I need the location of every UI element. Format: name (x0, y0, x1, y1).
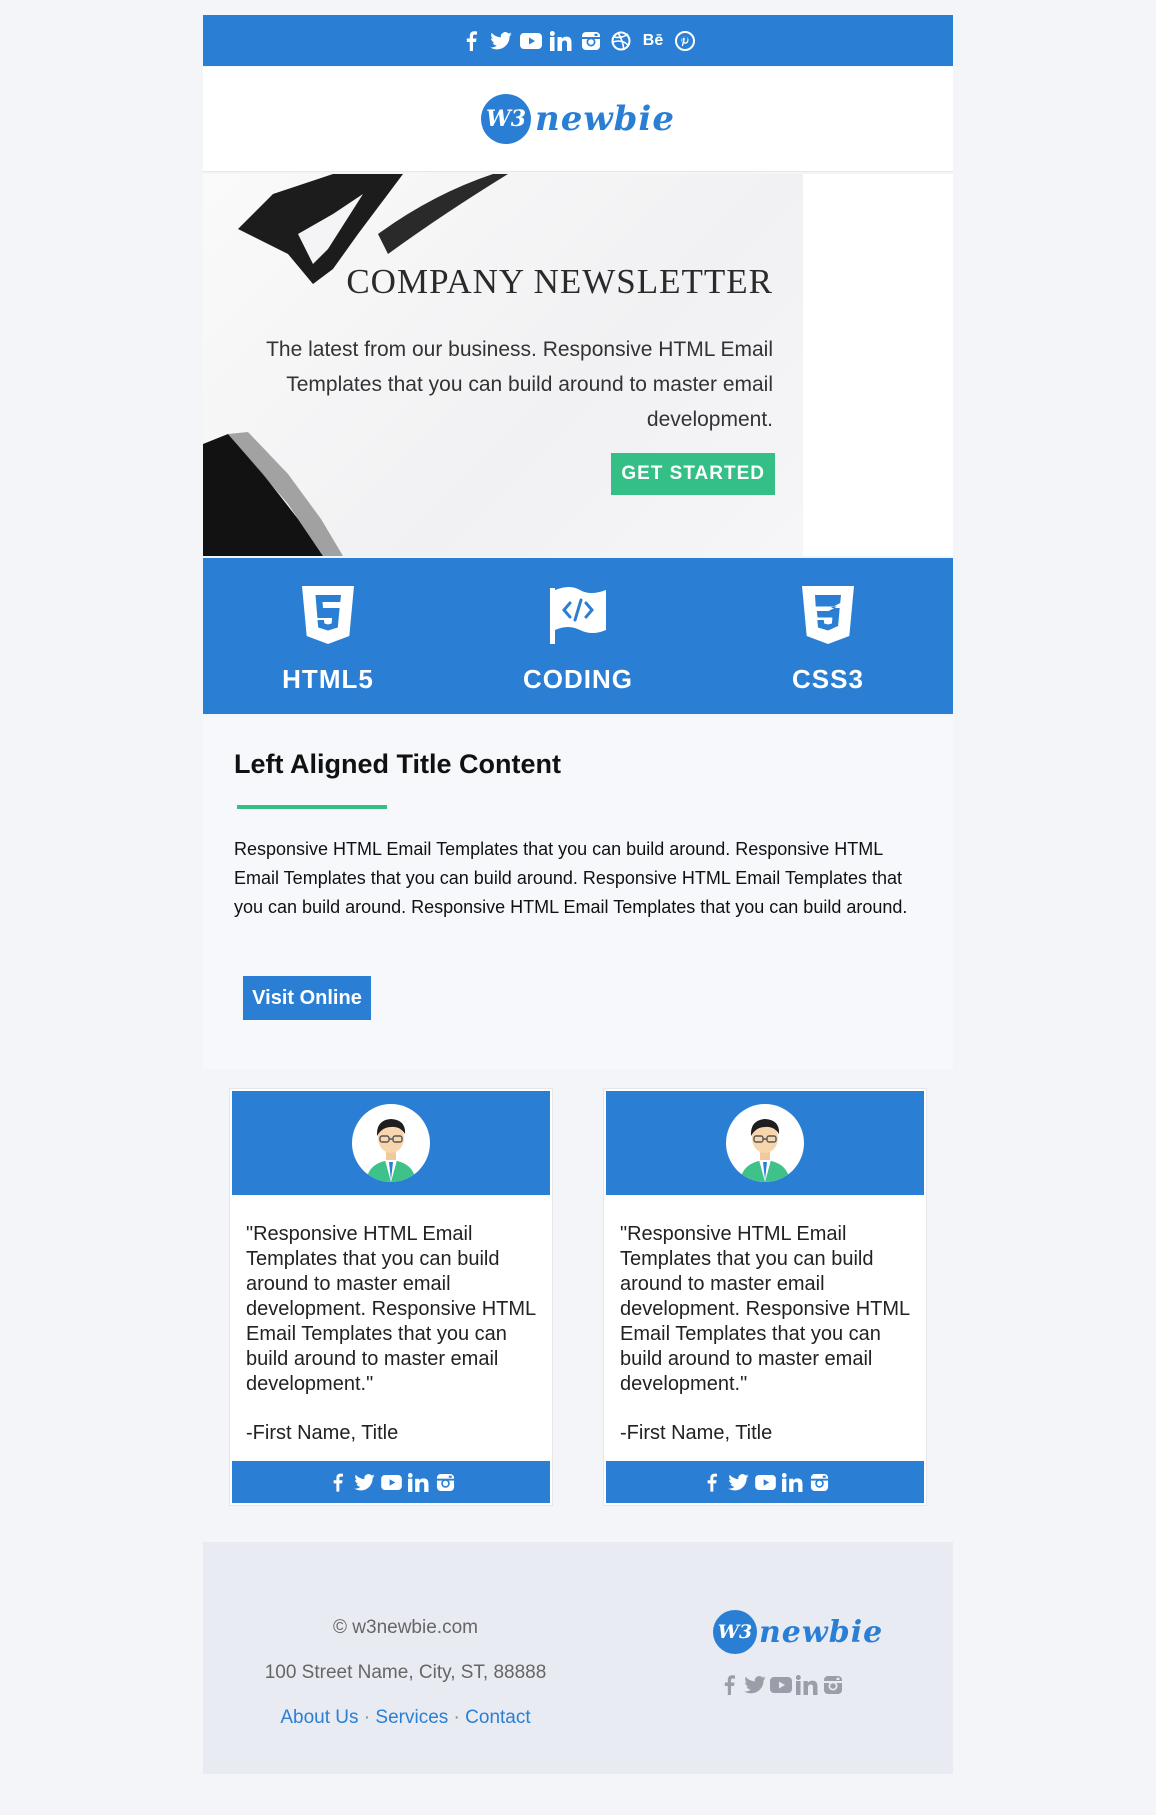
dribbble-icon[interactable] (610, 30, 632, 52)
twitter-icon[interactable] (727, 1471, 749, 1493)
footer: © w3newbie.com 100 Street Name, City, ST… (203, 1542, 953, 1774)
linkedin-icon[interactable] (796, 1674, 818, 1696)
link-separator: · (363, 1707, 371, 1728)
avatar (726, 1104, 804, 1182)
link-separator: · (453, 1707, 460, 1728)
linkedin-icon[interactable] (550, 30, 572, 52)
html5-icon (302, 586, 354, 644)
logo-wordmark: newbie (535, 99, 675, 139)
feature-coding: CODING (453, 558, 703, 714)
testimonial-quote: "Responsive HTML Email Templates that yo… (620, 1223, 910, 1395)
footer-social (718, 1674, 844, 1696)
youtube-icon[interactable] (380, 1471, 402, 1493)
facebook-icon[interactable] (700, 1471, 722, 1493)
footer-copyright: © w3newbie.com (333, 1617, 478, 1638)
behance-icon[interactable]: Bē (640, 30, 666, 52)
twitter-icon[interactable] (744, 1674, 766, 1696)
facebook-icon[interactable] (326, 1471, 348, 1493)
logo-mark: W3 (713, 1610, 757, 1654)
css3-icon (802, 586, 854, 644)
logo-wordmark: newbie (759, 1614, 884, 1650)
youtube-icon[interactable] (770, 1674, 792, 1696)
hero-section: COMPANY NEWSLETTER The latest from our b… (203, 174, 953, 556)
twitter-icon[interactable] (490, 30, 512, 52)
youtube-icon[interactable] (520, 30, 542, 52)
footer-link-contact[interactable]: Contact (465, 1707, 530, 1728)
logo-header: W3 newbie (203, 67, 953, 172)
testimonial-author: -First Name, Title (246, 1422, 399, 1444)
card-header (606, 1091, 924, 1195)
instagram-icon[interactable] (822, 1674, 844, 1696)
footer-link-about[interactable]: About Us (280, 1707, 358, 1728)
title-underline (237, 805, 387, 809)
instagram-icon[interactable] (808, 1471, 830, 1493)
feature-label: HTML5 (282, 664, 374, 694)
get-started-button[interactable]: GET STARTED (611, 453, 775, 495)
facebook-icon[interactable] (460, 30, 482, 52)
brand-logo[interactable]: W3 newbie (481, 94, 675, 144)
testimonial-card: "Responsive HTML Email Templates that yo… (603, 1088, 927, 1506)
twitter-icon[interactable] (353, 1471, 375, 1493)
section-title: Left Aligned Title Content (234, 749, 561, 779)
visit-online-button[interactable]: Visit Online (243, 976, 371, 1020)
linkedin-icon[interactable] (781, 1471, 803, 1493)
features-band: HTML5 CODING CSS3 (203, 558, 953, 714)
content-section: Left Aligned Title Content Responsive HT… (203, 717, 953, 1069)
top-social-bar: Bē (203, 15, 953, 66)
footer-links: About Us · Services · Contact (203, 1707, 608, 1729)
hero-title: COMPANY NEWSLETTER (346, 262, 773, 301)
section-body: Responsive HTML Email Templates that you… (234, 839, 908, 917)
testimonial-author: -First Name, Title (620, 1422, 773, 1444)
linkedin-icon[interactable] (407, 1471, 429, 1493)
footer-link-services[interactable]: Services (375, 1707, 448, 1728)
avatar (352, 1104, 430, 1182)
feature-label: CODING (523, 664, 633, 694)
logo-mark: W3 (481, 94, 532, 144)
feature-html5: HTML5 (203, 558, 453, 714)
instagram-icon[interactable] (580, 30, 602, 52)
footer-address: 100 Street Name, City, ST, 88888 (264, 1662, 547, 1683)
testimonial-quote: "Responsive HTML Email Templates that yo… (246, 1223, 536, 1395)
feature-label: CSS3 (792, 664, 864, 694)
feature-css3: CSS3 (703, 558, 953, 714)
facebook-icon[interactable] (718, 1674, 740, 1696)
card-social-bar (232, 1461, 550, 1503)
coding-flag-icon (550, 586, 606, 644)
card-social-bar (606, 1461, 924, 1503)
pinterest-icon[interactable] (674, 30, 696, 52)
instagram-icon[interactable] (434, 1471, 456, 1493)
footer-logo[interactable]: W3 newbie (713, 1610, 883, 1654)
testimonial-card: "Responsive HTML Email Templates that yo… (229, 1088, 553, 1506)
card-header (232, 1091, 550, 1195)
hero-description: The latest from our business. Responsive… (266, 338, 773, 431)
youtube-icon[interactable] (754, 1471, 776, 1493)
